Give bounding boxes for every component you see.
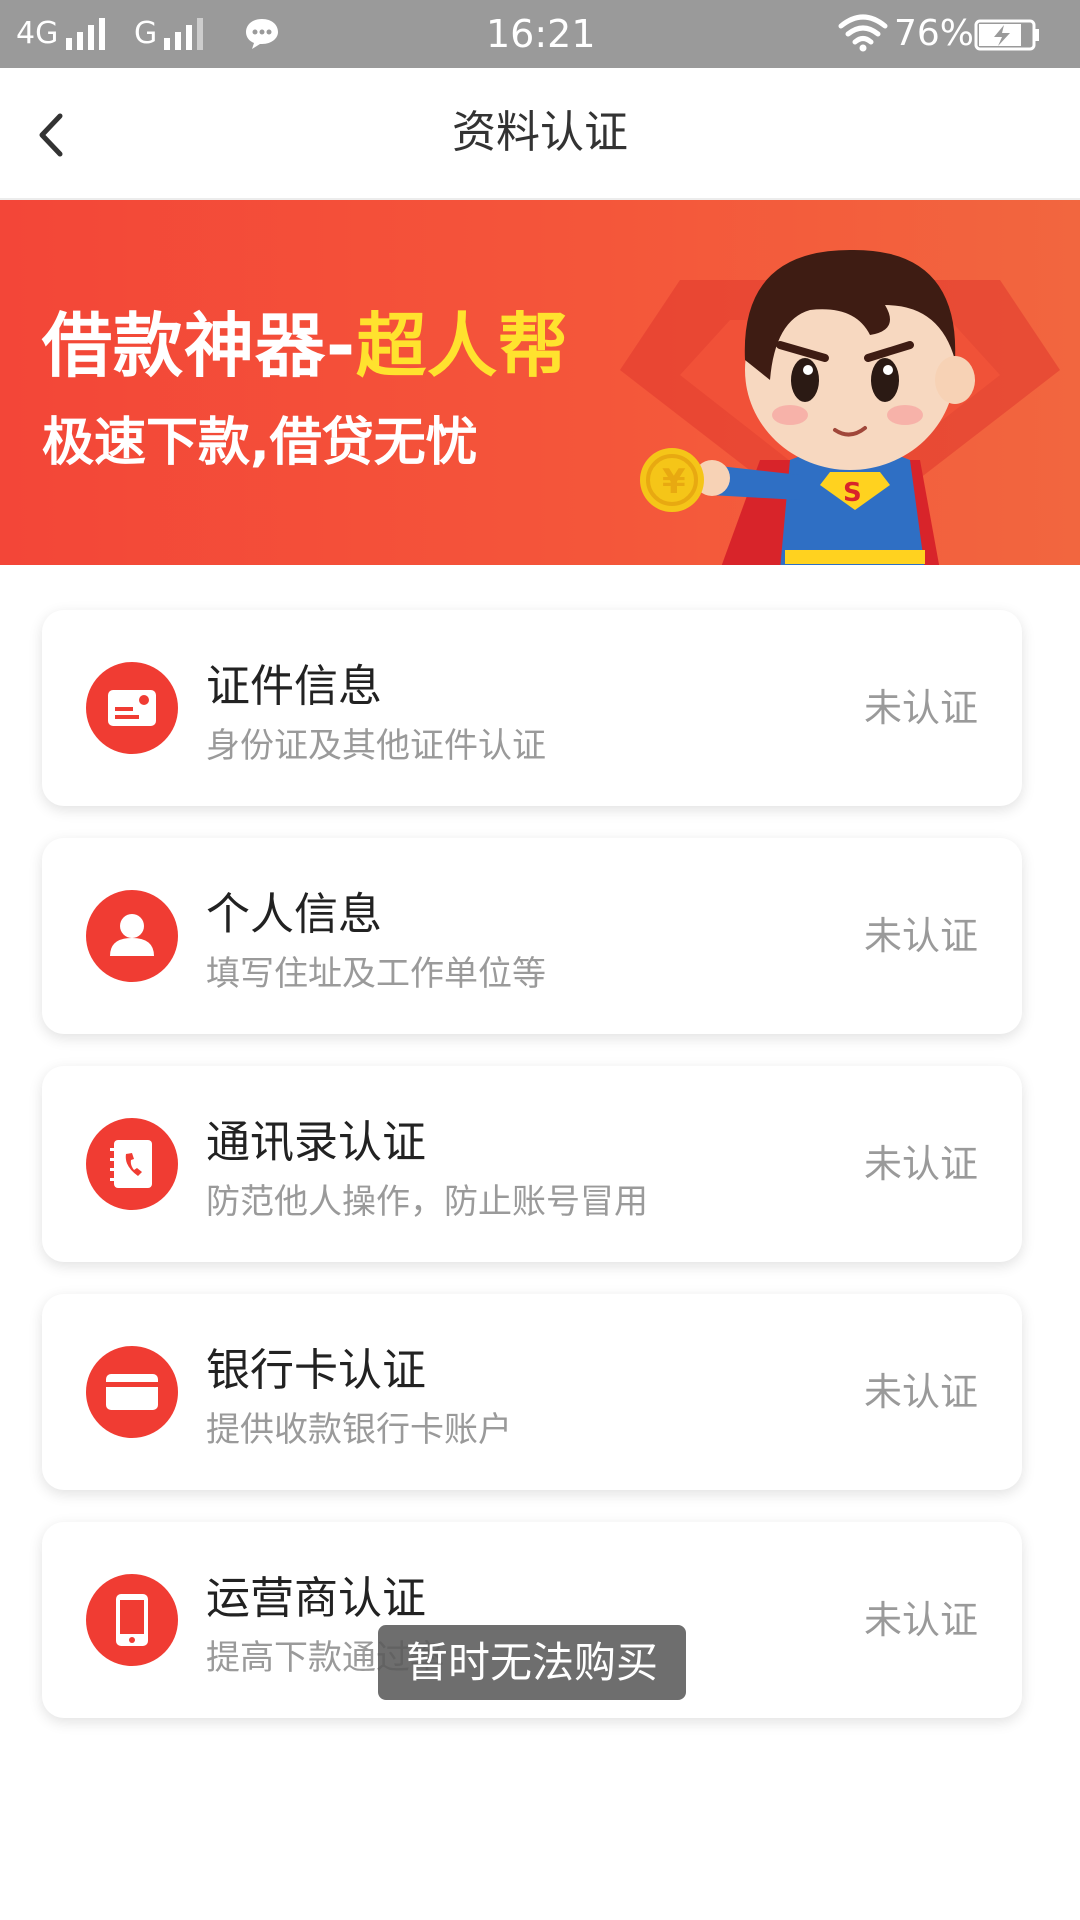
person-icon xyxy=(86,890,178,982)
banner-title-white: 借款神器- xyxy=(42,305,357,387)
superhero-mascot-image: ¥ S xyxy=(640,249,975,565)
promo-banner[interactable]: 借款神器-超人帮 极速下款,借贷无忧 ¥ S xyxy=(0,200,1080,565)
banner-title-highlight: 超人帮 xyxy=(356,305,570,387)
toast-message: 暂时无法购买 xyxy=(378,1625,686,1700)
item-title: 证件信息 xyxy=(206,661,382,712)
verification-item-id[interactable]: 证件信息 身份证及其他证件认证 未认证 xyxy=(42,610,1022,806)
item-subtitle: 身份证及其他证件认证 xyxy=(206,726,546,766)
status-label: 未认证 xyxy=(863,1370,978,1414)
status-label: 未认证 xyxy=(863,686,978,730)
banner-subtitle: 极速下款,借贷无忧 xyxy=(42,413,478,473)
network-label-1: 4G xyxy=(16,16,59,51)
network-label-2: G xyxy=(134,16,158,51)
item-subtitle: 填写住址及工作单位等 xyxy=(206,954,546,994)
battery-percent: 76% xyxy=(894,13,975,54)
clock: 16:21 xyxy=(486,12,596,56)
bank-card-icon xyxy=(86,1346,178,1438)
verification-item-bank-card[interactable]: 银行卡认证 提供收款银行卡账户 未认证 xyxy=(42,1294,1022,1490)
item-title: 运营商认证 xyxy=(206,1573,426,1624)
status-label: 未认证 xyxy=(863,914,978,958)
contacts-book-icon xyxy=(86,1118,178,1210)
nav-bar: 资料认证 xyxy=(0,68,1080,200)
phone-icon xyxy=(86,1574,178,1666)
item-subtitle: 防范他人操作，防止账号冒用 xyxy=(206,1182,648,1222)
status-label: 未认证 xyxy=(863,1598,978,1642)
wifi-icon xyxy=(838,14,888,52)
signal-icon xyxy=(66,16,105,50)
status-label: 未认证 xyxy=(863,1142,978,1186)
battery-charging-icon xyxy=(974,19,1039,51)
item-title: 个人信息 xyxy=(206,889,382,940)
signal-icon xyxy=(164,16,203,50)
item-subtitle: 提供收款银行卡账户 xyxy=(206,1410,512,1450)
item-title: 通讯录认证 xyxy=(206,1117,426,1168)
banner-title: 借款神器-超人帮 xyxy=(42,290,569,391)
status-bar: 4G G 16:21 76% xyxy=(0,0,1080,68)
id-card-icon xyxy=(86,662,178,754)
page-title: 资料认证 xyxy=(452,107,628,158)
verification-item-personal[interactable]: 个人信息 填写住址及工作单位等 未认证 xyxy=(42,838,1022,1034)
chat-icon xyxy=(246,19,278,49)
item-title: 银行卡认证 xyxy=(206,1345,426,1396)
svg-text:¥: ¥ xyxy=(662,462,686,502)
svg-text:S: S xyxy=(843,478,862,508)
verification-item-contacts[interactable]: 通讯录认证 防范他人操作，防止账号冒用 未认证 xyxy=(42,1066,1022,1262)
